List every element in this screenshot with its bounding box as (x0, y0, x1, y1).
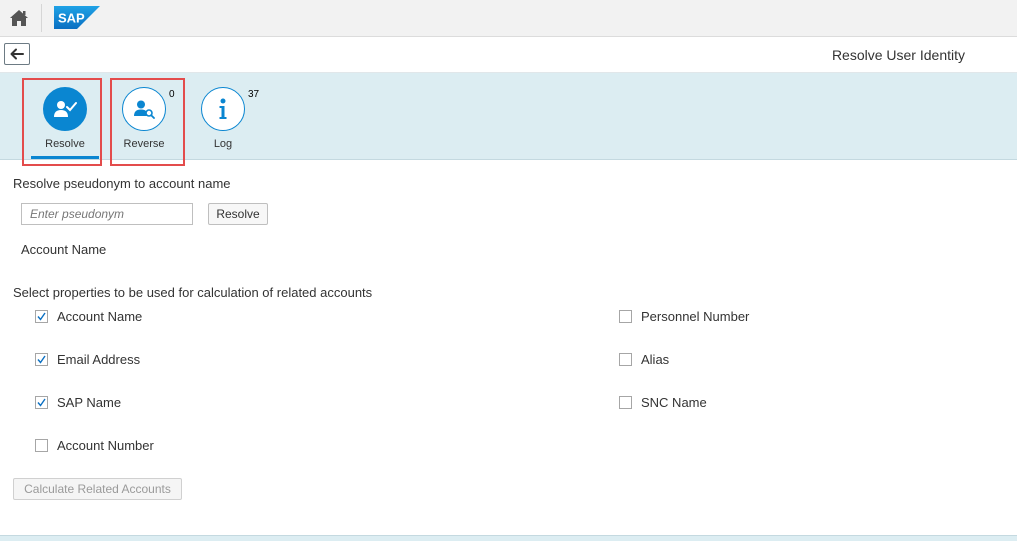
resolve-heading: Resolve pseudonym to account name (13, 176, 231, 191)
account-name-label: Account Name (21, 242, 107, 257)
arrow-left-icon (10, 48, 24, 60)
tab-resolve-label: Resolve (45, 138, 85, 150)
back-button[interactable] (4, 43, 30, 65)
title-bar: Resolve User Identity (0, 37, 1017, 73)
resolve-button[interactable]: Resolve (208, 203, 268, 225)
tab-reverse-circle (122, 87, 166, 131)
checkbox-snc-name[interactable]: SNC Name (619, 394, 707, 410)
home-icon (10, 10, 28, 26)
checkbox-label: Personnel Number (641, 308, 750, 324)
tab-selected-indicator (31, 156, 99, 159)
user-check-icon (54, 101, 77, 117)
shell-separator (41, 4, 42, 32)
checkbox-alias[interactable]: Alias (619, 351, 669, 367)
resolve-panel: Resolve pseudonym to account name Resolv… (0, 160, 1017, 535)
checkbox-account-name[interactable]: Account Name (35, 308, 142, 324)
checkbox-box[interactable] (35, 352, 48, 366)
info-icon (219, 98, 227, 119)
tab-log-circle (201, 87, 245, 131)
checkbox-label: Account Number (57, 437, 154, 453)
home-button[interactable] (6, 5, 32, 31)
tab-log[interactable]: 37 Log (185, 87, 261, 159)
sap-logo[interactable]: SAP (54, 6, 100, 29)
checkbox-email-address[interactable]: Email Address (35, 351, 140, 367)
checkbox-label: SNC Name (641, 394, 707, 410)
checkbox-sap-name[interactable]: SAP Name (35, 394, 121, 410)
checkbox-box[interactable] (619, 352, 632, 366)
checkbox-box[interactable] (619, 309, 632, 323)
tab-log-label: Log (213, 138, 233, 150)
checkmark-icon (37, 312, 46, 321)
properties-heading: Select properties to be used for calcula… (13, 285, 373, 300)
footer-bar (0, 535, 1017, 541)
checkbox-box[interactable] (35, 309, 48, 323)
calculate-related-accounts-button[interactable]: Calculate Related Accounts (13, 478, 182, 500)
tab-log-count: 37 (248, 89, 260, 100)
checkbox-label: Account Name (57, 308, 143, 324)
checkmark-icon (37, 398, 46, 407)
checkbox-label: SAP Name (57, 394, 122, 410)
pseudonym-input[interactable] (21, 203, 193, 225)
icon-tab-bar: Resolve 0 Reverse 37 Log (0, 73, 1017, 160)
user-search-icon (134, 100, 155, 119)
checkmark-icon (37, 355, 46, 364)
tab-reverse[interactable]: 0 Reverse (106, 87, 182, 159)
tab-reverse-count: 0 (169, 89, 175, 100)
tab-resolve[interactable]: Resolve (27, 87, 103, 159)
sap-logo-text: SAP (58, 11, 85, 26)
tab-resolve-circle (43, 87, 87, 131)
checkbox-box[interactable] (35, 438, 48, 452)
checkbox-label: Alias (641, 351, 670, 367)
shell-bar: SAP (0, 0, 1017, 37)
tab-reverse-label: Reverse (123, 138, 165, 150)
checkbox-personnel-number[interactable]: Personnel Number (619, 308, 749, 324)
checkbox-box[interactable] (619, 395, 632, 409)
checkbox-label: Email Address (57, 351, 141, 367)
checkbox-account-number[interactable]: Account Number (35, 437, 154, 453)
page-title: Resolve User Identity (831, 47, 965, 63)
checkbox-box[interactable] (35, 395, 48, 409)
